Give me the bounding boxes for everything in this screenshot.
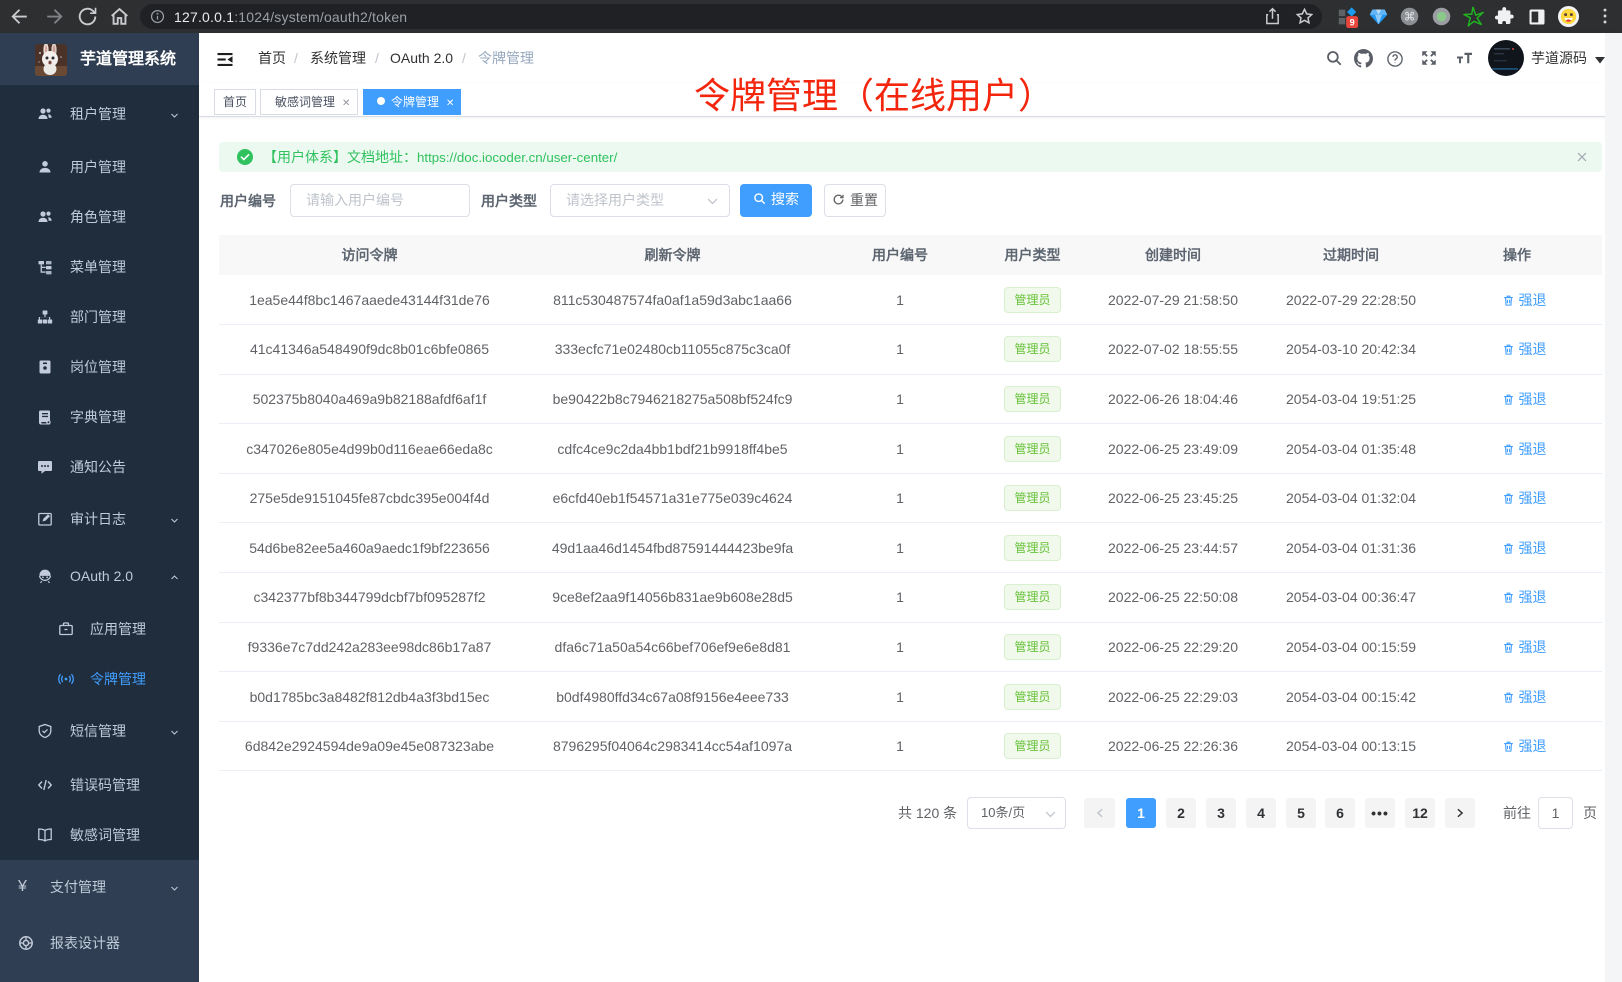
svg-text:9: 9 — [1350, 18, 1355, 28]
svg-text:⌘: ⌘ — [1404, 11, 1415, 23]
